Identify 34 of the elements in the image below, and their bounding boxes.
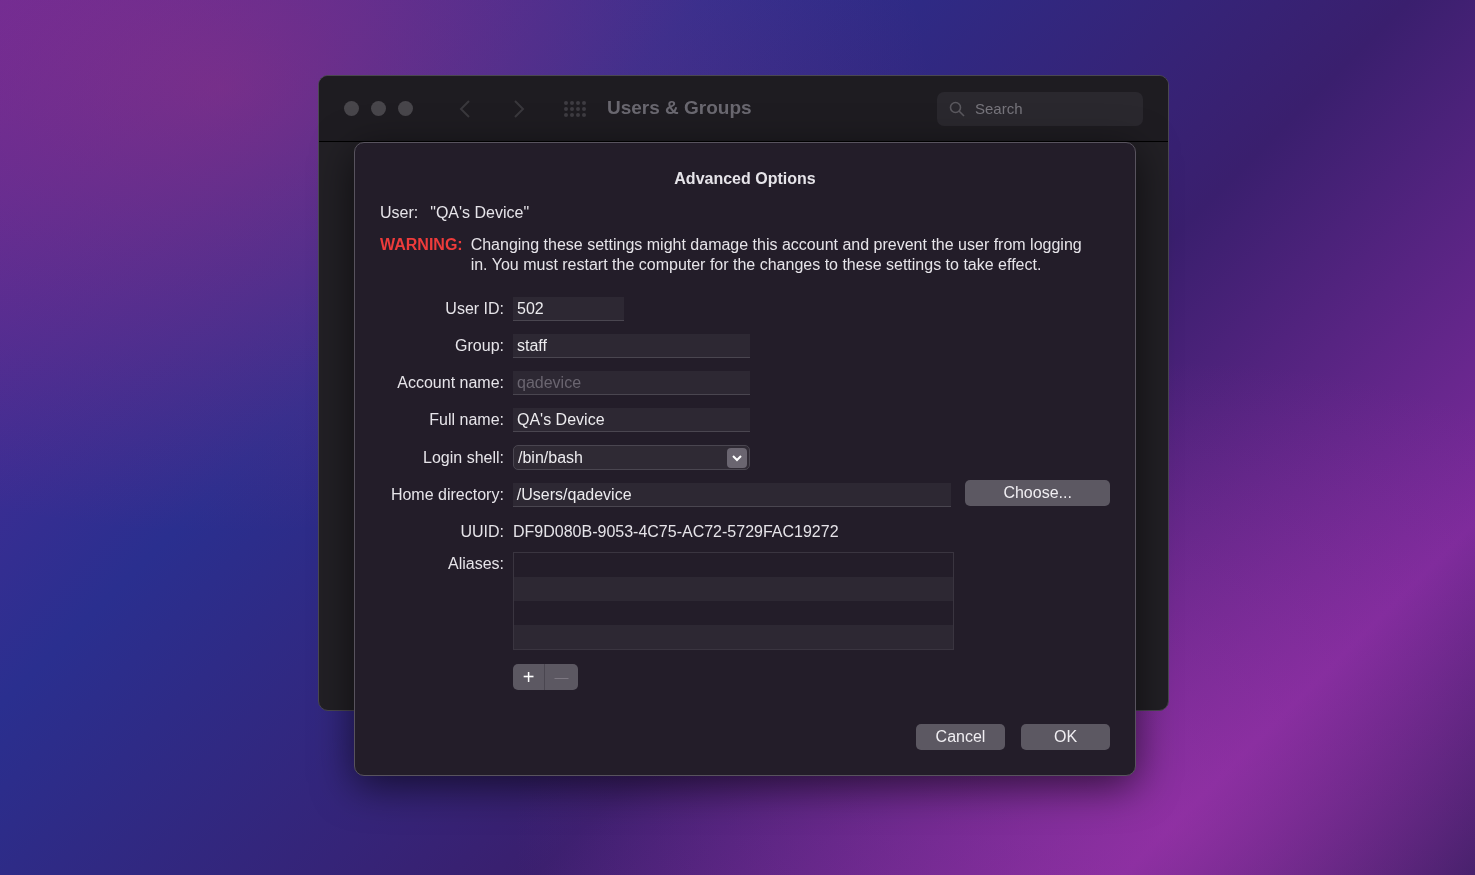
uuid-label: UUID: — [460, 523, 504, 540]
add-button[interactable]: + — [513, 664, 545, 690]
user-label: User: — [380, 203, 419, 223]
choose-button[interactable]: Choose... — [965, 480, 1110, 506]
close-button[interactable] — [344, 101, 359, 116]
text-field[interactable]: staff — [513, 334, 750, 358]
field-label: Login shell: — [423, 448, 504, 466]
text-field[interactable]: QA's Device — [513, 408, 750, 432]
uuid-value: DF9D080B-9053-4C75-AC72-5729FAC19272 — [513, 522, 839, 542]
field-label: User ID: — [445, 300, 504, 317]
ok-button[interactable]: OK — [1021, 724, 1110, 750]
warning-label: WARNING: — [380, 235, 463, 255]
forward-icon[interactable] — [513, 98, 525, 119]
field-label: Full name: — [429, 411, 504, 428]
back-icon[interactable] — [459, 98, 471, 119]
field-label: Home directory: — [390, 486, 504, 503]
zoom-button[interactable] — [398, 101, 413, 116]
aliases-list[interactable] — [513, 552, 954, 650]
grid-icon[interactable] — [563, 99, 587, 118]
aliases-label: Aliases: — [447, 555, 504, 572]
field-label: Account name: — [397, 374, 504, 391]
search-icon — [949, 100, 965, 117]
field-label: Group: — [455, 337, 504, 354]
window-title: Users & Groups — [607, 96, 752, 121]
text-field[interactable]: 502 — [513, 297, 624, 321]
minimize-button[interactable] — [371, 101, 386, 116]
text-field[interactable]: /Users/qadevice — [512, 483, 952, 507]
search-field[interactable]: Search — [937, 91, 1143, 126]
user-name: "QA's Device" — [430, 203, 530, 223]
popup-button[interactable]: /bin/bash — [513, 445, 750, 470]
chevron-down-icon — [727, 447, 747, 468]
warning-text: Changing these settings might damage this account and prevent the user from logging in. You must restart the computer for the changes to these settings to take effect. — [470, 235, 1083, 275]
sheet-title: Advanced Options — [674, 170, 816, 187]
cancel-button[interactable]: Cancel — [916, 724, 1005, 750]
